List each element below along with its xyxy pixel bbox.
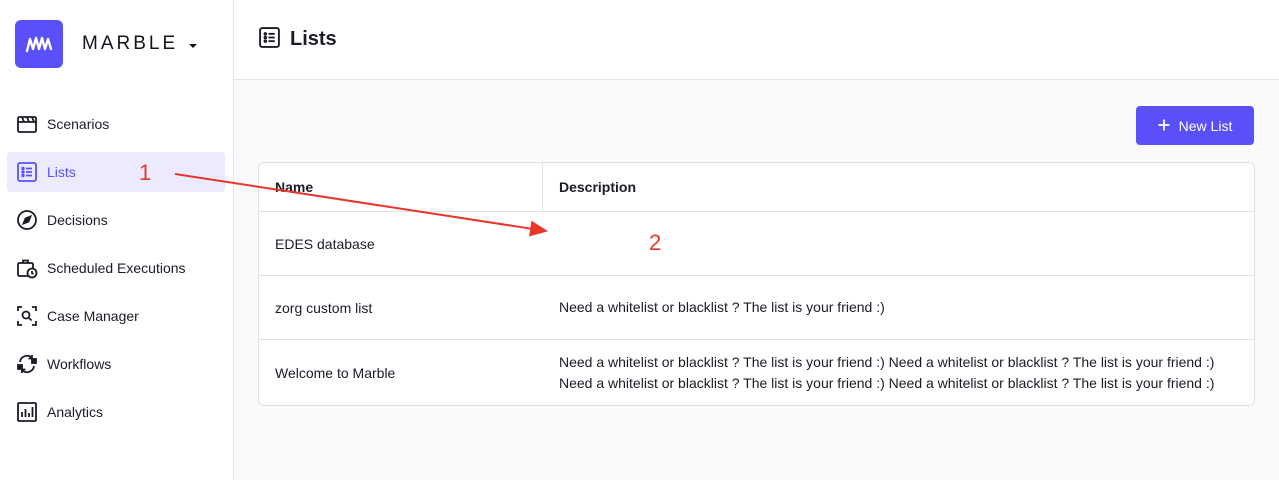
table-row[interactable]: zorg custom list Need a whitelist or bla… [259,275,1254,339]
analytics-icon [16,401,38,423]
compass-icon [16,209,38,231]
workflow-icon [16,353,38,375]
page-title: Lists [290,28,337,50]
column-header-description[interactable]: Description [543,163,1254,211]
annotation-marker-2: 2 [649,230,662,255]
row-name: EDES database [275,235,375,252]
briefcase-clock-icon [16,257,38,279]
marble-logo [15,20,63,68]
sidebar-item-scenarios[interactable]: Scenarios [7,104,225,144]
table-header-row: Name Description [259,163,1254,211]
sidebar-nav: Scenarios Lists Decisions Scheduled Exec… [7,104,225,440]
table-row[interactable]: Welcome to Marble Need a whitelist or bl… [259,339,1254,405]
row-description: Need a whitelist or blacklist ? The list… [559,299,885,315]
table-row[interactable]: EDES database [259,211,1254,275]
scan-search-icon [16,305,38,327]
caret-down-icon[interactable] [188,36,198,54]
clapperboard-icon [16,113,38,135]
list-icon [16,161,38,183]
sidebar-item-decisions[interactable]: Decisions [7,200,225,240]
new-list-label: New List [1178,117,1233,134]
sidebar-item-analytics[interactable]: Analytics [7,392,225,432]
sidebar-item-workflows[interactable]: Workflows [7,344,225,384]
column-header-name[interactable]: Name [259,163,543,211]
sidebar-item-label: Lists [47,164,76,180]
page-header: Lists [234,0,1279,80]
row-description: Need a whitelist or blacklist ? The list… [559,353,1215,391]
annotation-marker-1: 1 [139,160,152,185]
brand-switcher[interactable]: MARBLE [15,20,198,68]
brand-name: MARBLE [82,33,179,54]
sidebar-item-label: Workflows [47,356,112,372]
list-icon [258,26,281,54]
sidebar-item-label: Decisions [47,212,108,228]
sidebar-item-label: Scheduled Executions [47,260,186,276]
plus-icon [1158,118,1170,134]
sidebar-item-label: Analytics [47,404,104,420]
sidebar-item-label: Scenarios [47,116,110,132]
sidebar-item-label: Case Manager [47,308,139,324]
lists-table: Name Description EDES database zorg cust… [258,162,1255,406]
new-list-button[interactable]: New List [1136,106,1254,145]
sidebar-item-lists[interactable]: Lists [7,152,225,192]
row-name: Welcome to Marble [275,364,396,381]
app: MARBLE Scenarios Lists Decisions Schedul… [0,0,1279,480]
row-name: zorg custom list [275,299,373,316]
sidebar: MARBLE Scenarios Lists Decisions Schedul… [0,0,234,480]
sidebar-item-scheduled-executions[interactable]: Scheduled Executions [7,248,225,288]
sidebar-item-case-manager[interactable]: Case Manager [7,296,225,336]
